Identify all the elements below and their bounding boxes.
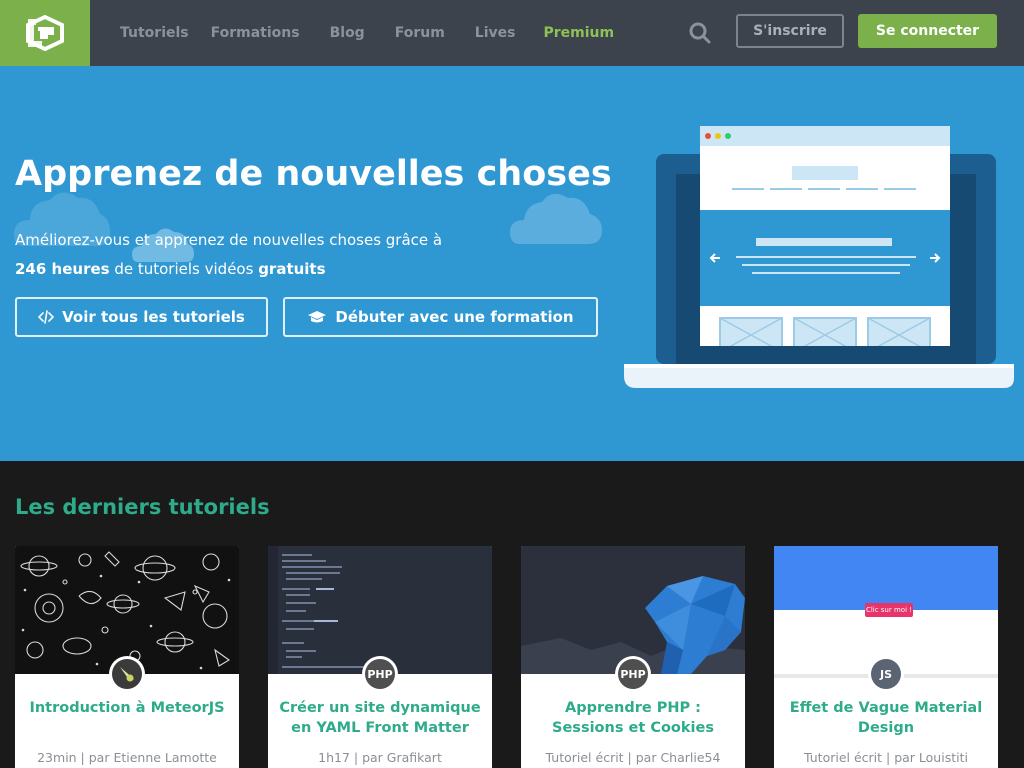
tutorial-meta: Tutoriel écrit | par Charlie54 (545, 750, 721, 765)
site-logo[interactable] (0, 0, 90, 66)
view-tutorials-label: Voir tous les tutoriels (62, 308, 245, 326)
hours-count: 246 heures (15, 260, 110, 278)
hero-banner: Apprenez de nouvelles choses Améliorez-v… (0, 66, 1024, 461)
main-nav: Tutoriels Formations Blog Forum Lives Pr… (120, 0, 614, 66)
hero-line-2-mid: de tutoriels vidéos (109, 260, 259, 278)
js-icon: JS (871, 659, 901, 689)
logo-icon (26, 15, 64, 51)
laptop-illustration (624, 126, 1014, 388)
nav-formations[interactable]: Formations (211, 25, 300, 41)
space-doodle-pattern (20, 551, 231, 670)
start-formation-button[interactable]: Débuter avec une formation (283, 297, 598, 337)
register-button[interactable]: S'inscrire (736, 14, 844, 48)
nav-forum[interactable]: Forum (395, 25, 445, 41)
search-icon (689, 22, 711, 44)
tutorial-thumbnail[interactable] (15, 546, 239, 674)
hero-title: Apprenez de nouvelles choses (15, 154, 612, 194)
php-elephant-illustration (521, 576, 745, 674)
tutorial-meta: 1h17 | par Grafikart (318, 750, 442, 765)
material-blue-header (774, 546, 998, 610)
tech-badge: PHP (362, 656, 398, 692)
login-button[interactable]: Se connecter (858, 14, 997, 48)
tutorial-thumbnail[interactable]: Clic sur moi ! (774, 546, 998, 674)
cloud-decoration (510, 193, 602, 244)
tech-badge: PHP (615, 656, 651, 692)
start-formation-label: Débuter avec une formation (335, 308, 574, 326)
code-editor-screenshot (268, 546, 378, 674)
tutorial-title[interactable]: Introduction à MeteorJS (25, 698, 229, 718)
graduation-cap-icon (308, 311, 327, 323)
js-badge-label: JS (879, 667, 892, 681)
tutorial-thumbnail[interactable] (268, 546, 492, 674)
click-me-button: Clic sur moi ! (865, 603, 913, 617)
search-button[interactable] (688, 21, 712, 45)
code-icon (38, 310, 55, 324)
view-tutorials-button[interactable]: Voir tous les tutoriels (15, 297, 268, 337)
hero-line-2: 246 heures de tutoriels vidéos gratuits (15, 255, 442, 284)
tutorial-card[interactable]: PHP Apprendre PHP : Sessions et Cookies … (521, 546, 745, 768)
tech-badge (109, 656, 145, 692)
tutorial-title[interactable]: Effet de Vague Material Design (784, 698, 988, 738)
tutorial-card[interactable]: Clic sur moi ! JS Effet de Vague Materia… (774, 546, 998, 768)
tutorial-card[interactable]: PHP Créer un site dynamique en YAML Fron… (268, 546, 492, 768)
nav-premium[interactable]: Premium (543, 25, 614, 41)
tech-badge: JS (868, 656, 904, 692)
tutorial-card[interactable]: Introduction à MeteorJS 23min | par Etie… (15, 546, 239, 768)
hero-description: Améliorez-vous et apprenez de nouvelles … (15, 226, 442, 284)
nav-lives[interactable]: Lives (475, 25, 516, 41)
tutorial-title[interactable]: Créer un site dynamique en YAML Front Ma… (278, 698, 482, 738)
top-navbar: Tutoriels Formations Blog Forum Lives Pr… (0, 0, 1024, 66)
php-badge-label: PHP (620, 667, 646, 681)
nav-blog[interactable]: Blog (330, 25, 365, 41)
hero-line-1: Améliorez-vous et apprenez de nouvelles … (15, 231, 443, 249)
tutorial-thumbnail[interactable] (521, 546, 745, 674)
nav-tutoriels[interactable]: Tutoriels (120, 25, 189, 41)
tutorial-meta: 23min | par Etienne Lamotte (37, 750, 217, 765)
tutorial-title[interactable]: Apprendre PHP : Sessions et Cookies (531, 698, 735, 738)
free-label: gratuits (258, 260, 326, 278)
tutorial-meta: Tutoriel écrit | par Louistiti (804, 750, 968, 765)
latest-tutorials-heading: Les derniers tutoriels (15, 495, 270, 519)
php-icon: PHP (365, 659, 395, 689)
meteor-icon (112, 659, 142, 689)
php-icon: PHP (618, 659, 648, 689)
php-badge-label: PHP (367, 667, 393, 681)
